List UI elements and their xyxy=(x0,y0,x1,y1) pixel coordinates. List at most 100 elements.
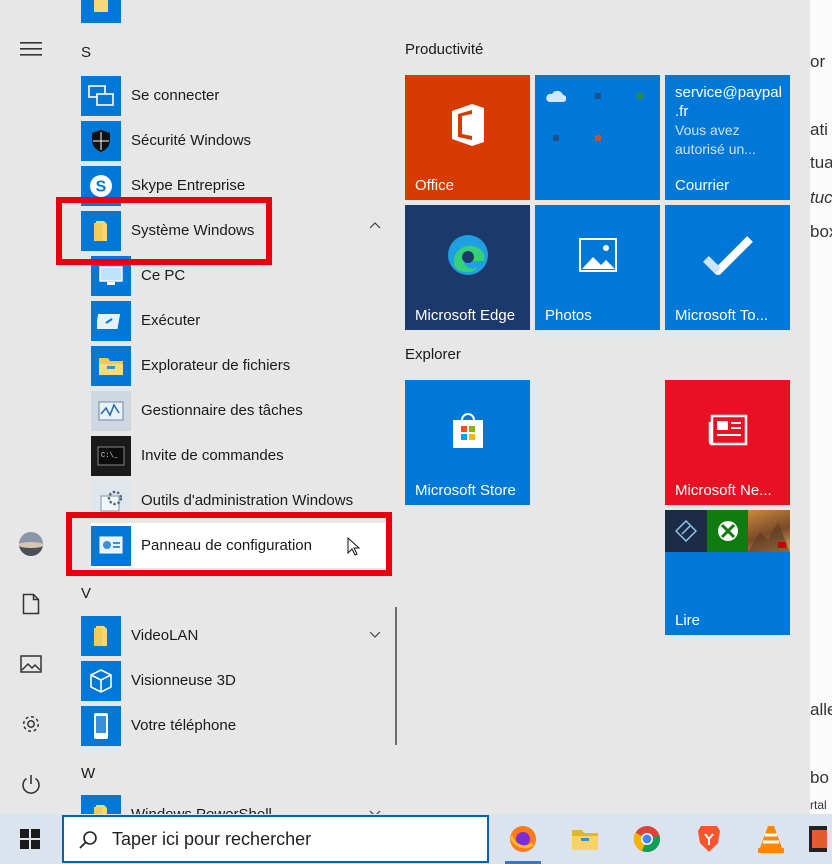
pictures-button[interactable] xyxy=(8,644,54,684)
background-text: box xyxy=(810,222,832,241)
highlight-box xyxy=(66,512,392,576)
app-label: Ce PC xyxy=(141,267,186,284)
folder-icon xyxy=(91,345,131,386)
mail-sender: service@paypal xyxy=(675,84,782,101)
tile-office[interactable]: Office xyxy=(405,75,530,200)
background-text: ati xyxy=(810,120,828,139)
app-icon xyxy=(595,135,601,141)
tile-photos[interactable]: Photos xyxy=(535,205,660,330)
documents-button[interactable] xyxy=(8,584,54,624)
app-label: Windows PowerShell xyxy=(131,806,272,814)
start-menu: S Se connecter Sécurité Windows S Skype … xyxy=(0,0,810,814)
tile-microsoft-news[interactable]: Microsoft Ne... xyxy=(665,380,790,505)
taskbar-media-app[interactable] xyxy=(807,814,832,864)
folder-icon xyxy=(81,0,121,23)
taskbar-chrome[interactable] xyxy=(621,814,673,864)
app-icon xyxy=(595,93,601,99)
image-icon xyxy=(20,655,42,673)
tile-group-title[interactable]: Productivité xyxy=(405,41,483,58)
app-visionneuse-3d[interactable]: Visionneuse 3D xyxy=(81,658,391,703)
settings-button[interactable] xyxy=(8,704,54,744)
game-thumbnail-icon xyxy=(748,522,790,552)
background-text: bo xyxy=(810,768,829,787)
tile-label: Microsoft Edge xyxy=(415,307,516,324)
edge-icon xyxy=(405,205,530,305)
app-se-connecter[interactable]: Se connecter xyxy=(81,73,391,118)
tiles-area: Productivité Office service@paypal .fr V… xyxy=(398,0,810,814)
app-label: Exécuter xyxy=(141,312,201,329)
play-folder-thumb xyxy=(748,510,790,552)
app-votre-telephone[interactable]: Votre téléphone xyxy=(81,703,391,748)
tile-microsoft-edge[interactable]: Microsoft Edge xyxy=(405,205,530,330)
app-explorateur-fichiers[interactable]: Explorateur de fichiers xyxy=(91,343,391,388)
background-document: or ati tua tuc box alle bo rtal xyxy=(810,0,832,814)
task-manager-icon xyxy=(91,390,131,431)
play-folder-thumb xyxy=(665,510,707,552)
svg-text:C:\_: C:\_ xyxy=(101,452,119,460)
office-icon xyxy=(405,75,530,175)
app-label: Sécurité Windows xyxy=(131,132,252,149)
remote-connect-icon xyxy=(81,75,121,116)
taskbar-file-explorer[interactable] xyxy=(559,814,611,864)
chevron-down-icon xyxy=(369,631,381,638)
app-icon xyxy=(553,135,559,141)
run-icon xyxy=(91,300,131,341)
phone-icon xyxy=(81,705,121,746)
folder-icon xyxy=(81,794,121,814)
tile-label: Courrier xyxy=(675,177,730,194)
tile-label: Lire xyxy=(675,612,701,629)
tile-microsoft-todo[interactable]: Microsoft To... xyxy=(665,205,790,330)
section-letter[interactable]: V xyxy=(81,585,91,602)
app-executer[interactable]: Exécuter xyxy=(91,298,391,343)
section-letter[interactable]: W xyxy=(81,765,95,782)
app-label: Invite de commandes xyxy=(141,447,284,464)
chevron-up-icon xyxy=(369,222,381,229)
cloud-icon xyxy=(546,90,566,102)
tile-microsoft-store[interactable]: Microsoft Store xyxy=(405,380,530,505)
power-button[interactable] xyxy=(8,764,54,804)
checkmark-icon xyxy=(665,205,790,305)
app-label: Se connecter xyxy=(131,87,220,104)
svg-text:S: S xyxy=(96,178,107,195)
tile-lire[interactable]: Lire xyxy=(665,510,790,635)
firefox-icon xyxy=(509,826,536,852)
brave-icon xyxy=(698,826,720,852)
taskbar-vlc[interactable] xyxy=(745,814,797,864)
tile-group-title[interactable]: Explorer xyxy=(405,346,461,363)
expand-menu-button[interactable] xyxy=(8,29,54,69)
start-button[interactable] xyxy=(0,814,60,864)
app-invite-commandes[interactable]: C:\_ Invite de commandes xyxy=(91,433,391,478)
tile-label: Microsoft To... xyxy=(675,307,769,324)
search-icon xyxy=(79,831,97,849)
app-label: VideoLAN xyxy=(131,627,199,644)
tile-label: Photos xyxy=(545,307,592,324)
tile-label: Office xyxy=(415,177,454,194)
app-label: Votre téléphone xyxy=(131,717,237,734)
folder-windows-powershell[interactable]: Windows PowerShell xyxy=(81,792,391,814)
terminal-icon: C:\_ xyxy=(91,435,131,476)
xbox-icon xyxy=(717,521,738,541)
tile-onedrive-folder[interactable] xyxy=(535,75,660,200)
tile-courrier[interactable]: service@paypal .fr Vous avez autorisé un… xyxy=(665,75,790,200)
file-explorer-icon xyxy=(572,830,598,850)
list-item[interactable] xyxy=(81,0,391,25)
taskbar-firefox[interactable] xyxy=(497,814,549,864)
hamburger-icon xyxy=(20,42,42,56)
search-input[interactable]: Taper ici pour rechercher xyxy=(62,815,489,863)
chrome-icon xyxy=(633,826,661,853)
taskbar-brave[interactable] xyxy=(683,814,735,864)
app-gestionnaire-taches[interactable]: Gestionnaire des tâches xyxy=(91,388,391,433)
app-securite-windows[interactable]: Sécurité Windows xyxy=(81,118,391,163)
mail-preview-text: autorisé un... xyxy=(675,141,756,157)
user-account-button[interactable] xyxy=(8,524,54,564)
app-list: S Se connecter Sécurité Windows S Skype … xyxy=(56,0,398,814)
section-letter[interactable]: S xyxy=(81,44,91,61)
background-text: alle xyxy=(810,700,832,719)
scrollbar[interactable] xyxy=(395,607,397,745)
app-label: Gestionnaire des tâches xyxy=(141,402,303,419)
mail-preview: service@paypal .fr Vous avez autorisé un… xyxy=(675,83,782,159)
folder-videolan[interactable]: VideoLAN xyxy=(81,613,391,658)
search-placeholder: Taper ici pour rechercher xyxy=(112,828,312,849)
app-label: Visionneuse 3D xyxy=(131,672,236,689)
shield-icon xyxy=(81,120,121,161)
